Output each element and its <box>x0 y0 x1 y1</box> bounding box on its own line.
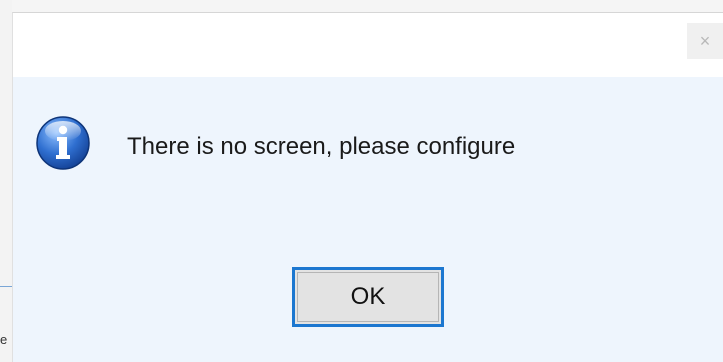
info-icon <box>36 116 90 170</box>
background-window-edge: e <box>0 0 12 362</box>
close-button[interactable]: × <box>687 23 723 59</box>
background-partial-text: e <box>0 332 8 347</box>
background-divider-line <box>0 286 12 287</box>
dialog-titlebar: × <box>13 13 723 77</box>
close-icon: × <box>699 31 711 51</box>
dialog-message: There is no screen, please configure <box>127 133 516 160</box>
ok-button-label: OK <box>297 272 439 322</box>
ok-button[interactable]: OK <box>292 267 444 327</box>
message-dialog: × There is no screen, please configure O… <box>12 12 723 362</box>
